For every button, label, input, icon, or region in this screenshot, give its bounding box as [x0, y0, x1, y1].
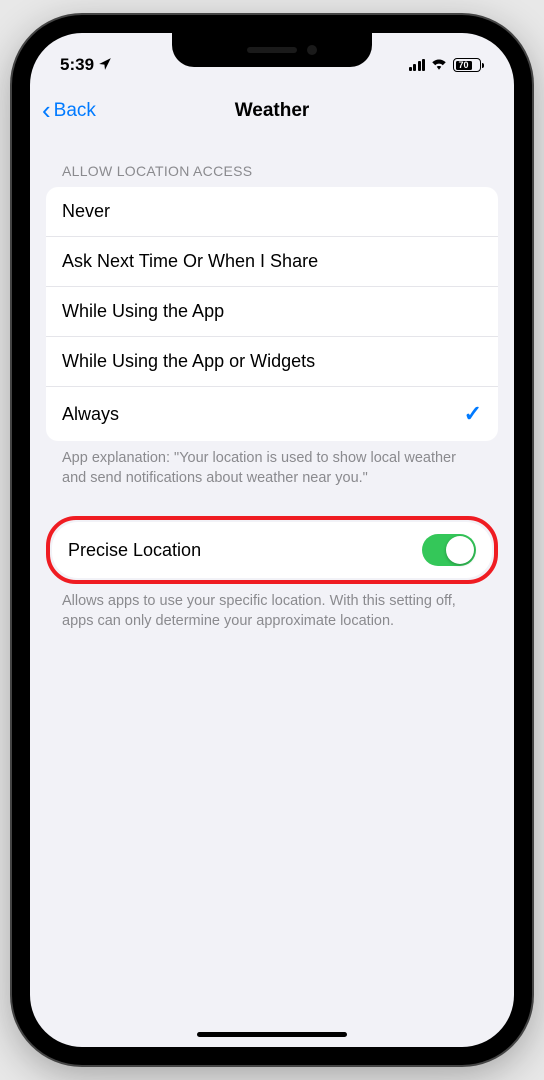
cellular-signal-icon [409, 59, 426, 71]
option-label: Never [62, 201, 110, 222]
precise-location-label: Precise Location [68, 540, 201, 561]
status-right: 70 [409, 55, 485, 75]
option-label: While Using the App or Widgets [62, 351, 315, 372]
nav-bar: ‹ Back Weather [30, 87, 514, 135]
checkmark-icon: ✓ [464, 401, 482, 427]
option-label: Ask Next Time Or When I Share [62, 251, 318, 272]
page-title: Weather [235, 100, 310, 122]
option-ask-next-time[interactable]: Ask Next Time Or When I Share [46, 237, 498, 287]
back-label: Back [54, 100, 96, 122]
option-while-using-app-widgets[interactable]: While Using the App or Widgets [46, 337, 498, 387]
content-area: Allow Location Access Never Ask Next Tim… [30, 135, 514, 631]
app-explanation-text: App explanation: "Your location is used … [46, 441, 498, 488]
status-time: 5:39 [60, 55, 94, 75]
chevron-left-icon: ‹ [42, 97, 51, 123]
option-always[interactable]: Always ✓ [46, 387, 498, 441]
precise-location-toggle[interactable] [422, 534, 476, 566]
precise-location-row[interactable]: Precise Location [52, 522, 492, 578]
option-label: Always [62, 404, 119, 425]
battery-icon: 70 [453, 58, 484, 72]
status-left: 5:39 [60, 55, 112, 75]
screen: 5:39 70 ‹ Back [30, 33, 514, 1047]
location-services-icon [98, 57, 112, 74]
notch [172, 33, 372, 67]
highlight-annotation: Precise Location [46, 516, 498, 584]
home-indicator[interactable] [197, 1032, 347, 1037]
location-access-options: Never Ask Next Time Or When I Share Whil… [46, 187, 498, 441]
wifi-icon [430, 55, 448, 75]
back-button[interactable]: ‹ Back [42, 99, 96, 123]
option-never[interactable]: Never [46, 187, 498, 237]
phone-frame: 5:39 70 ‹ Back [12, 15, 532, 1065]
option-label: While Using the App [62, 301, 224, 322]
option-while-using-app[interactable]: While Using the App [46, 287, 498, 337]
precise-location-footer: Allows apps to use your specific locatio… [46, 584, 498, 631]
section-header-location-access: Allow Location Access [46, 135, 498, 187]
precise-location-group: Precise Location [52, 522, 492, 578]
toggle-knob [446, 536, 474, 564]
